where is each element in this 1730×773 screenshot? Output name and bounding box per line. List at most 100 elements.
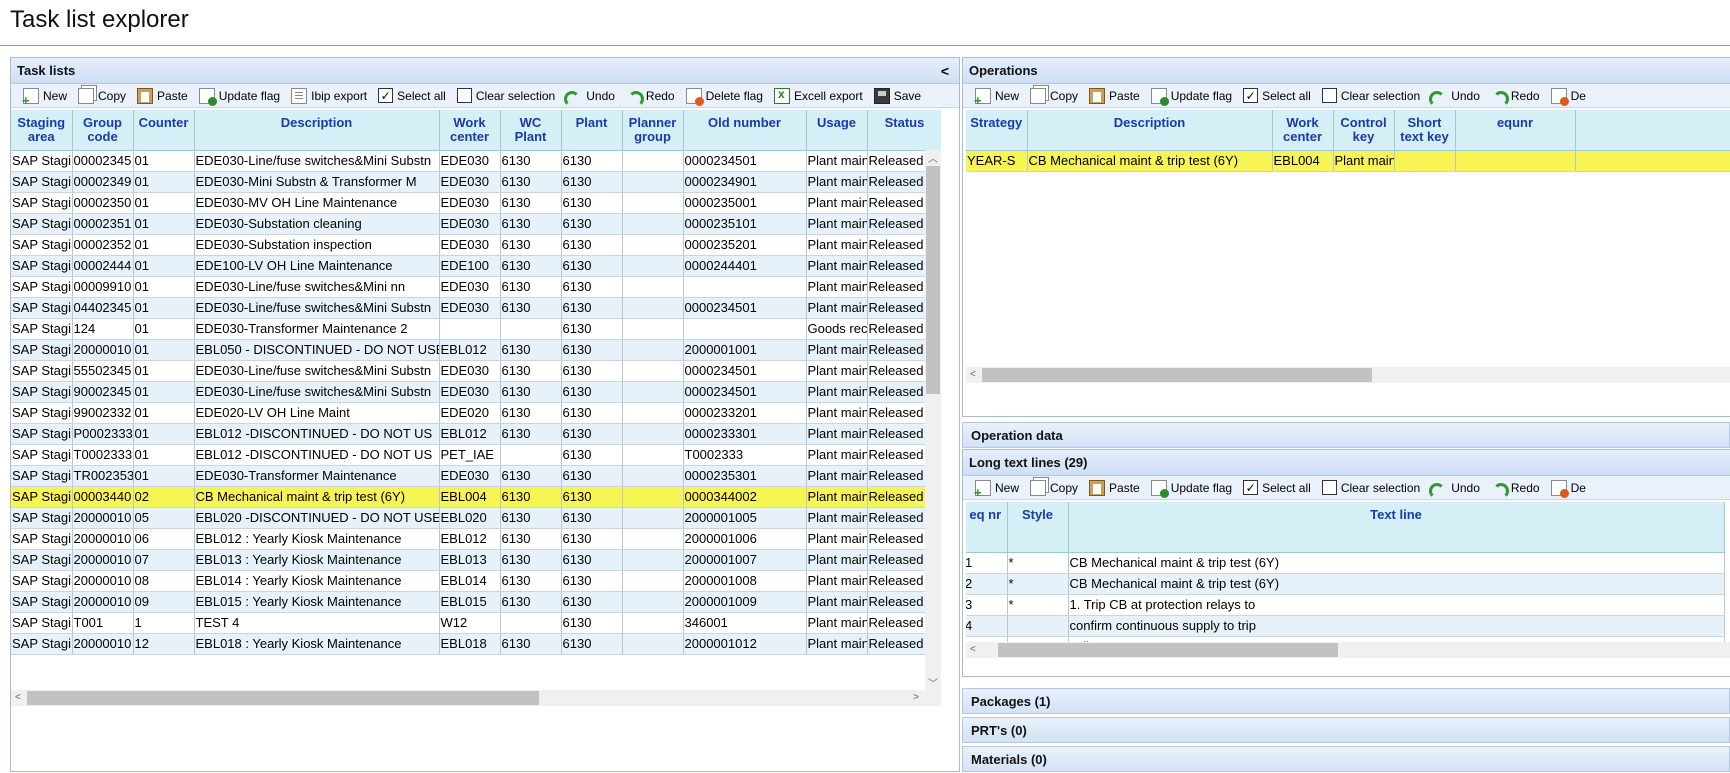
lt-clear-selection-button[interactable]: Clear selection xyxy=(1318,477,1427,499)
task-lists-cell[interactable]: SAP Stagi xyxy=(11,171,73,193)
task-lists-cell[interactable] xyxy=(439,318,501,340)
long-text-cell[interactable]: * xyxy=(1007,594,1069,616)
task-lists-cell[interactable]: 01 xyxy=(133,318,195,340)
long-text-column-header[interactable]: Style xyxy=(1007,502,1069,553)
task-lists-cell[interactable] xyxy=(622,528,684,550)
task-lists-cell[interactable]: 6130 xyxy=(561,339,623,361)
task-lists-cell[interactable]: Plant main xyxy=(806,381,868,403)
task-lists-cell[interactable]: EBL013 xyxy=(439,549,501,571)
task-lists-cell[interactable]: 6130 xyxy=(500,297,562,319)
task-lists-column-header[interactable]: Plant xyxy=(561,110,623,151)
task-lists-cell[interactable]: EDE030 xyxy=(439,213,501,235)
task-lists-row[interactable]: SAP Stagi P0002333 01 EBL012 -DISCONTINUED … xyxy=(11,423,941,445)
task-lists-cell[interactable]: 01 xyxy=(133,192,195,214)
task-lists-cell[interactable]: Plant main xyxy=(806,234,868,256)
task-lists-cell[interactable]: 6130 xyxy=(561,150,623,172)
task-lists-row[interactable]: SAP Stagi 00003440 02 CB Mechanical maint &… xyxy=(11,486,941,508)
task-lists-cell[interactable]: 01 xyxy=(133,297,195,319)
lt-new-button[interactable]: New xyxy=(971,477,1026,499)
task-lists-cell[interactable]: EDE030-Transformer Maintenance xyxy=(194,465,440,487)
task-lists-cell[interactable]: P0002333 xyxy=(72,423,134,445)
task-lists-vertical-scrollbar[interactable]: ︿ ﹀ xyxy=(925,150,941,690)
task-lists-cell[interactable] xyxy=(622,549,684,571)
task-lists-cell[interactable]: EDE030-Transformer Maintenance 2 xyxy=(194,318,440,340)
task-lists-cell[interactable]: 20000010 xyxy=(72,591,134,613)
task-lists-cell[interactable]: Plant main xyxy=(806,297,868,319)
clear-selection-button[interactable]: Clear selection xyxy=(453,85,562,107)
task-lists-cell[interactable]: EBL018 : Yearly Kiosk Maintenance xyxy=(194,633,440,655)
task-lists-cell[interactable] xyxy=(622,465,684,487)
task-lists-cell[interactable]: Plant main xyxy=(806,255,868,277)
task-lists-cell[interactable]: 09 xyxy=(133,591,195,613)
task-lists-cell[interactable]: 08 xyxy=(133,570,195,592)
task-lists-row[interactable]: SAP Stagi TR002353 01 EDE030-Transformer Ma… xyxy=(11,465,941,487)
task-lists-row[interactable]: SAP Stagi 20000010 05 EBL020 -DISCONTINUED … xyxy=(11,507,941,529)
task-lists-cell[interactable]: 0000233301 xyxy=(683,423,807,445)
long-text-horizontal-scrollbar[interactable]: < xyxy=(966,642,1730,658)
task-lists-cell[interactable]: TR002353 xyxy=(72,465,134,487)
excel-export-button[interactable]: Excell export xyxy=(770,85,870,107)
task-lists-row[interactable]: SAP Stagi 90002345 01 EDE030-Line/fuse swit… xyxy=(11,381,941,403)
prts-section-header[interactable]: PRT's (0) xyxy=(962,717,1730,743)
task-lists-cell[interactable]: EBL050 - DISCONTINUED - DO NOT USE xyxy=(194,339,440,361)
redo-button[interactable]: Redo xyxy=(622,85,682,107)
task-lists-cell[interactable]: 12 xyxy=(133,633,195,655)
task-lists-cell[interactable]: 06 xyxy=(133,528,195,550)
task-lists-cell[interactable]: 6130 xyxy=(561,276,623,298)
task-lists-row[interactable]: SAP Stagi 00002351 01 EDE030-Substation cle… xyxy=(11,213,941,235)
packages-section-header[interactable]: Packages (1) xyxy=(962,688,1730,714)
task-lists-cell[interactable]: 6130 xyxy=(561,234,623,256)
task-lists-column-header[interactable]: Old number xyxy=(683,110,807,151)
update-flag-button[interactable]: Update flag xyxy=(195,85,287,107)
task-lists-cell[interactable]: 0000234901 xyxy=(683,171,807,193)
task-lists-cell[interactable] xyxy=(500,444,562,466)
task-lists-cell[interactable]: 6130 xyxy=(500,570,562,592)
task-lists-cell[interactable] xyxy=(683,276,807,298)
task-lists-cell[interactable]: 90002345 xyxy=(72,381,134,403)
op-new-button[interactable]: New xyxy=(971,85,1026,107)
lt-update-flag-button[interactable]: Update flag xyxy=(1147,477,1239,499)
task-lists-cell[interactable]: Plant main xyxy=(806,570,868,592)
scroll-down-arrow-icon[interactable]: ﹀ xyxy=(928,675,938,690)
op-delete-flag-button[interactable]: De xyxy=(1547,85,1593,107)
task-lists-cell[interactable]: 6130 xyxy=(561,318,623,340)
operations-cell[interactable] xyxy=(1394,150,1456,172)
task-lists-cell[interactable]: EBL012 -DISCONTINUED - DO NOT US xyxy=(194,423,440,445)
long-text-cell[interactable]: 4 xyxy=(966,615,1008,637)
task-lists-cell[interactable]: 2000001012 xyxy=(683,633,807,655)
task-lists-cell[interactable]: Plant main xyxy=(806,633,868,655)
task-lists-cell[interactable] xyxy=(622,276,684,298)
task-lists-cell[interactable]: 20000010 xyxy=(72,339,134,361)
task-lists-cell[interactable]: 02 xyxy=(133,486,195,508)
task-lists-cell[interactable]: SAP Stagi xyxy=(11,360,73,382)
task-lists-vscroll-thumb[interactable] xyxy=(926,166,940,394)
long-text-cell[interactable]: 3 xyxy=(966,594,1008,616)
task-lists-cell[interactable]: EBL004 xyxy=(439,486,501,508)
task-lists-cell[interactable]: 6130 xyxy=(500,192,562,214)
task-lists-cell[interactable]: 00003440 xyxy=(72,486,134,508)
task-lists-row[interactable]: SAP Stagi 20000010 09 EBL015 : Yearly Kiosk… xyxy=(11,591,941,613)
long-text-column-header[interactable]: Text line xyxy=(1068,502,1725,553)
task-lists-cell[interactable]: Plant main xyxy=(806,171,868,193)
task-lists-cell[interactable]: EDE030 xyxy=(439,297,501,319)
task-lists-cell[interactable]: SAP Stagi xyxy=(11,633,73,655)
task-lists-cell[interactable]: 00002349 xyxy=(72,171,134,193)
long-text-row[interactable]: 1*CB Mechanical maint & trip test (6Y) xyxy=(966,552,1725,574)
task-lists-cell[interactable]: 6130 xyxy=(500,486,562,508)
operations-column-header[interactable]: Short text key xyxy=(1394,110,1456,151)
select-all-button[interactable]: ✓ Select all xyxy=(374,85,453,107)
task-lists-column-header[interactable]: Staging area xyxy=(11,110,73,151)
task-lists-cell[interactable]: 01 xyxy=(133,444,195,466)
task-lists-cell[interactable]: 6130 xyxy=(500,339,562,361)
task-lists-row[interactable]: SAP Stagi 00002352 01 EDE030-Substation ins… xyxy=(11,234,941,256)
task-lists-cell[interactable] xyxy=(622,297,684,319)
task-lists-cell[interactable]: 01 xyxy=(133,381,195,403)
task-lists-cell[interactable] xyxy=(622,381,684,403)
task-lists-cell[interactable] xyxy=(622,444,684,466)
task-lists-row[interactable]: SAP Stagi 00002349 01 EDE030-Mini Substn & … xyxy=(11,171,941,193)
task-lists-cell[interactable]: EBL013 : Yearly Kiosk Maintenance xyxy=(194,549,440,571)
operation-data-header[interactable]: Operation data xyxy=(962,422,1730,448)
task-lists-cell[interactable] xyxy=(500,612,562,634)
task-lists-cell[interactable]: EDE030 xyxy=(439,171,501,193)
task-lists-cell[interactable]: 05 xyxy=(133,507,195,529)
